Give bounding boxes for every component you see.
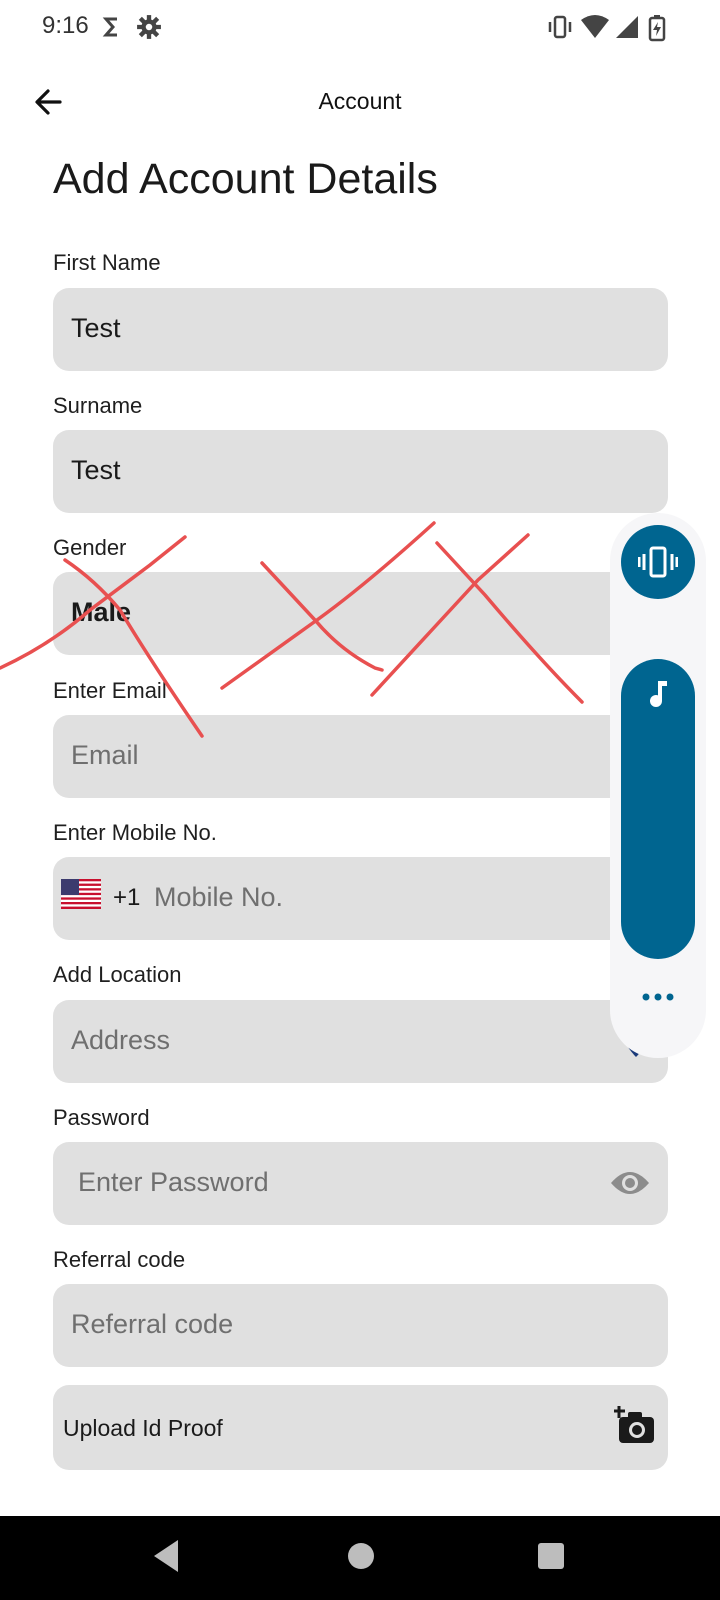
ringer-mode-button[interactable] [621, 525, 695, 599]
first-name-value: Test [71, 313, 121, 343]
add-camera-icon[interactable] [614, 1405, 656, 1445]
password-placeholder: Enter Password [78, 1167, 269, 1197]
address-placeholder: Address [71, 1025, 171, 1055]
settings-icon [137, 15, 161, 39]
mobile-field[interactable]: +1 Mobile No. [53, 857, 668, 940]
navigation-bar [0, 1516, 720, 1600]
mobile-placeholder: Mobile No. [154, 882, 284, 912]
vibrate-status-icon [548, 15, 572, 39]
s-badge-icon [102, 17, 117, 37]
app-bar-title: Account [318, 88, 402, 114]
password-field[interactable]: Enter Password [53, 1142, 668, 1225]
more-horiz-icon[interactable] [640, 991, 676, 1003]
referral-field[interactable]: Referral code [53, 1284, 668, 1367]
email-field[interactable]: Email [53, 715, 668, 798]
first-name-label: First Name [53, 250, 161, 275]
gender-field[interactable]: Male [53, 572, 668, 655]
nav-back-icon[interactable] [150, 1538, 182, 1574]
dial-code[interactable]: +1 [113, 884, 140, 912]
upload-id-proof-button[interactable]: Upload Id Proof [53, 1385, 668, 1470]
wifi-icon [581, 15, 609, 38]
us-flag-icon[interactable] [61, 879, 101, 909]
referral-label: Referral code [53, 1247, 186, 1272]
vibrate-icon [638, 546, 678, 578]
battery-charging-icon [648, 15, 666, 42]
referral-placeholder: Referral code [71, 1309, 234, 1339]
media-volume-slider[interactable] [621, 659, 695, 959]
email-placeholder: Email [71, 740, 139, 770]
gender-label: Gender [53, 535, 127, 560]
email-label: Enter Email [53, 678, 167, 703]
music-note-icon [650, 681, 667, 707]
signal-icon [616, 16, 638, 38]
volume-panel [610, 513, 706, 1058]
surname-value: Test [71, 455, 121, 485]
password-label: Password [53, 1105, 150, 1130]
surname-label: Surname [53, 393, 143, 418]
status-bar: 9:16 [0, 0, 720, 56]
mobile-label: Enter Mobile No. [53, 820, 217, 845]
location-label: Add Location [53, 962, 182, 987]
surname-field[interactable]: Test [53, 430, 668, 513]
nav-recents-icon[interactable] [536, 1538, 566, 1574]
first-name-field[interactable]: Test [53, 288, 668, 371]
nav-home-icon[interactable] [346, 1538, 376, 1574]
page-title: Add Account Details [53, 155, 438, 203]
status-time: 9:16 [42, 12, 89, 39]
eye-icon[interactable] [610, 1169, 650, 1197]
gender-value: Male [71, 597, 132, 627]
upload-label: Upload Id Proof [63, 1415, 223, 1441]
address-field[interactable]: Address [53, 1000, 668, 1083]
